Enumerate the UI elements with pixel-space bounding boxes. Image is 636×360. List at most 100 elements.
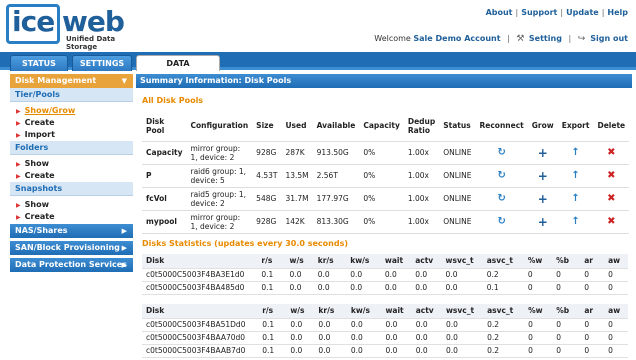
about-link[interactable]: About bbox=[486, 8, 513, 17]
stat-cell: 0 bbox=[524, 331, 553, 345]
pool-status: ONLINE bbox=[439, 210, 476, 234]
col-actv: actv bbox=[411, 254, 442, 269]
iceweb-logo[interactable]: ice web Unified Data Storage bbox=[6, 4, 138, 51]
pool-available: 177.97G bbox=[312, 187, 360, 211]
plus-icon[interactable]: + bbox=[538, 146, 548, 160]
export-cell: ↑ bbox=[557, 141, 594, 165]
delete-x-icon[interactable]: ✖ bbox=[607, 147, 615, 158]
stat-cell: c0t5000C5003F4BA3E1d0 bbox=[142, 268, 258, 282]
pool-capacity: 0% bbox=[359, 164, 404, 188]
sidebar-item-show-snapshots[interactable]: ▶ Show bbox=[10, 199, 133, 211]
stat-cell: 0.0 bbox=[441, 268, 483, 282]
plus-icon[interactable]: + bbox=[538, 192, 548, 206]
col-actv: actv bbox=[411, 304, 442, 319]
support-link[interactable]: Support bbox=[521, 8, 557, 17]
sidebar-item-show-folders[interactable]: ▶ Show bbox=[10, 158, 133, 170]
table-header-row: Disk Pool Configuration Size Used Availa… bbox=[142, 111, 630, 142]
sidebar-item-create-folder[interactable]: ▶ Create bbox=[10, 170, 133, 182]
col-pb: %b bbox=[552, 304, 581, 319]
delete-x-icon[interactable]: ✖ bbox=[607, 216, 615, 227]
sidebar-section-label: Data Protection Services bbox=[15, 260, 127, 269]
stat-cell: 0.0 bbox=[314, 318, 347, 332]
reconnect-cell: ↻ bbox=[475, 210, 528, 234]
arrow-up-icon[interactable]: ↑ bbox=[571, 193, 579, 204]
stat-cell: 0.0 bbox=[441, 281, 483, 295]
col-reconnect: Reconnect bbox=[475, 111, 528, 142]
separator: | bbox=[568, 34, 572, 43]
col-kws: kw/s bbox=[346, 254, 381, 269]
bullet-icon: ▶ bbox=[16, 202, 21, 209]
sidebar-item-create-pool[interactable]: ▶ Create bbox=[10, 117, 133, 129]
grow-cell: + bbox=[527, 164, 558, 188]
col-krs: kr/s bbox=[314, 304, 347, 319]
chevron-right-icon: ▶ bbox=[121, 244, 127, 252]
disk-pools-table: Disk Pool Configuration Size Used Availa… bbox=[142, 111, 630, 234]
stat-cell: 0.0 bbox=[286, 344, 315, 358]
sidebar-item-import[interactable]: ▶ Import bbox=[10, 129, 133, 141]
sidebar-section-san-block[interactable]: SAN/Block Provisioning ▶ bbox=[10, 241, 133, 255]
pool-used: 31.7M bbox=[281, 187, 313, 211]
pool-dedup: 1.00x bbox=[403, 141, 440, 165]
export-cell: ↑ bbox=[557, 187, 594, 211]
bullet-icon: ▶ bbox=[16, 108, 21, 115]
refresh-icon[interactable]: ↻ bbox=[497, 193, 505, 204]
sidebar-item-label: Create bbox=[24, 212, 55, 221]
stat-cell: 0 bbox=[552, 281, 581, 295]
grow-cell: + bbox=[527, 210, 558, 234]
sidebar-head-disk-management[interactable]: Disk Management ▼ bbox=[10, 74, 133, 88]
stat-cell: 0.1 bbox=[258, 331, 287, 345]
col-aw: aw bbox=[604, 304, 628, 319]
pool-name: fcVol bbox=[142, 187, 187, 211]
main-panel: Summary Information: Disk Pools All Disk… bbox=[136, 74, 632, 360]
stat-cell: 0.2 bbox=[483, 331, 525, 345]
table-row: P raid6 group: 1, device: 5 4.53T 13.5M … bbox=[142, 164, 630, 188]
pool-name: P bbox=[142, 164, 187, 188]
plus-icon[interactable]: + bbox=[538, 169, 548, 183]
signout-link[interactable]: Sign out bbox=[590, 34, 628, 43]
col-krs: kr/s bbox=[313, 254, 347, 269]
tab-status[interactable]: STATUS bbox=[10, 55, 68, 71]
refresh-icon[interactable]: ↻ bbox=[497, 147, 505, 158]
stat-cell: 0 bbox=[552, 331, 581, 345]
stat-cell: 0 bbox=[604, 281, 628, 295]
stat-cell: 0.0 bbox=[314, 344, 347, 358]
stat-cell: 0.0 bbox=[314, 331, 347, 345]
stat-cell: 0.2 bbox=[483, 318, 525, 332]
sidebar-group-tier-pools: Tier/Pools bbox=[10, 88, 133, 102]
help-link[interactable]: Help bbox=[607, 8, 628, 17]
plus-icon[interactable]: + bbox=[538, 215, 548, 229]
refresh-icon[interactable]: ↻ bbox=[497, 170, 505, 181]
sidebar-section-nas-shares[interactable]: NAS/Shares ▶ bbox=[10, 224, 133, 238]
pool-dedup: 1.00x bbox=[403, 187, 440, 211]
delete-x-icon[interactable]: ✖ bbox=[607, 170, 615, 181]
arrow-up-icon[interactable]: ↑ bbox=[571, 216, 579, 227]
sidebar-section-data-protection[interactable]: Data Protection Services ▶ bbox=[10, 258, 133, 272]
top-links: About | Support | Update | Help bbox=[486, 8, 628, 17]
arrow-up-icon[interactable]: ↑ bbox=[571, 170, 579, 181]
chevron-down-icon: ▼ bbox=[121, 77, 127, 85]
sidebar-item-show-grow[interactable]: ▶ Show/Grow bbox=[10, 105, 133, 117]
col-delete: Delete bbox=[593, 111, 630, 142]
tab-data-management[interactable]: DATA MANAGEMENT bbox=[136, 55, 220, 83]
stat-cell: 0.1 bbox=[258, 344, 287, 358]
col-available: Available bbox=[312, 111, 360, 142]
bullet-icon: ▶ bbox=[16, 132, 21, 139]
separator: | bbox=[507, 34, 510, 43]
tab-settings[interactable]: SETTINGS bbox=[72, 55, 132, 71]
stats-section-title: Disks Statistics (updates every 30.0 sec… bbox=[142, 239, 348, 248]
pool-used: 142K bbox=[281, 210, 313, 234]
account-name[interactable]: Sale Demo Account bbox=[413, 34, 500, 43]
setting-link[interactable]: Setting bbox=[529, 34, 562, 43]
delete-x-icon[interactable]: ✖ bbox=[607, 193, 615, 204]
col-wait: wait bbox=[381, 304, 412, 319]
arrow-up-icon[interactable]: ↑ bbox=[571, 147, 579, 158]
stat-cell: 0 bbox=[523, 281, 553, 295]
refresh-icon[interactable]: ↻ bbox=[497, 216, 505, 227]
sidebar-section-label: NAS/Shares bbox=[15, 226, 68, 235]
signout-icon: ↪ bbox=[577, 34, 586, 44]
reconnect-cell: ↻ bbox=[475, 164, 528, 188]
col-export: Export bbox=[557, 111, 594, 142]
update-link[interactable]: Update bbox=[566, 8, 599, 17]
stat-cell: 0 bbox=[580, 281, 605, 295]
sidebar-item-create-snapshot[interactable]: ▶ Create bbox=[10, 211, 133, 223]
